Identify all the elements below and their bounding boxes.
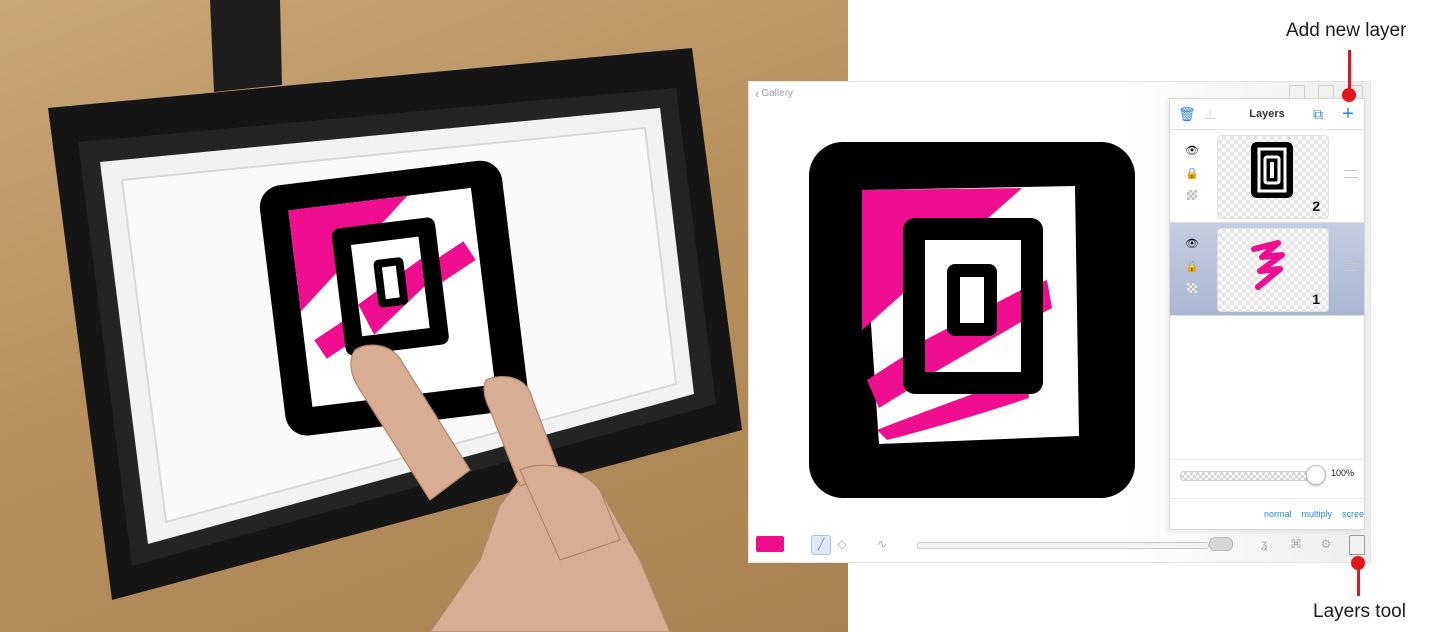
blend-mode-selector: normal multiply scree [1170,498,1364,529]
gesture-icon[interactable]: ʓ [1255,535,1273,553]
layers-panel: 🗑 ⊥ Layers ⧉ + 👁 🔒 2 👁 🔒 1 100% normal m… [1169,98,1365,530]
annotation-layers-tool: Layers tool [1313,601,1406,622]
layer-thumbnail[interactable]: 1 [1217,228,1329,312]
transparency-icon[interactable] [1187,283,1197,293]
settings-gear-icon[interactable]: ⚙ [1317,535,1335,553]
tablet-photo [0,0,848,632]
layer-opacity-area: 100% normal multiply scree [1170,459,1364,530]
tablet-photo-illustration [48,0,742,632]
eraser-tool-icon[interactable]: ◇ [833,535,851,553]
eye-icon[interactable]: 👁 [1185,144,1199,157]
add-layer-button[interactable]: + [1340,104,1356,124]
annotation-line-layers-tool [1357,566,1360,596]
transform-icon[interactable]: ⌘ [1287,535,1305,553]
layers-panel-header: 🗑 ⊥ Layers ⧉ + [1170,99,1364,130]
layer-row-1[interactable]: 👁 🔒 1 [1170,223,1364,316]
duplicate-layer-icon[interactable]: ⧉ [1310,106,1326,122]
color-swatch[interactable] [756,536,784,552]
lock-icon[interactable]: 🔒 [1185,167,1199,180]
lock-icon[interactable]: 🔒 [1185,260,1199,273]
gallery-back-link[interactable]: ‹ Gallery [755,85,794,101]
drawing-canvas[interactable] [807,140,1137,500]
blend-mode-screen[interactable]: scree [1342,509,1364,519]
layer-row-controls: 👁 🔒 [1184,237,1200,293]
drag-handle-icon[interactable] [1344,170,1358,178]
opacity-slider-knob[interactable] [1306,465,1326,485]
layer-number: 1 [1312,291,1320,307]
blend-mode-normal[interactable]: normal [1264,509,1292,519]
layers-tool-button[interactable] [1349,535,1365,555]
layers-panel-title: Layers [1249,108,1285,120]
opacity-value: 100% [1330,468,1354,478]
annotation-dot-add-layer [1342,88,1356,102]
opacity-slider[interactable] [1180,471,1314,481]
brush-size-slider[interactable] [917,542,1209,549]
case-strap [210,0,282,92]
smudge-tool-icon[interactable]: ∿ [873,535,891,553]
drawing-app-screen: ‹ Gallery 🗑 ⊥ Layers ⧉ + 👁 🔒 2 👁 🔒 1 100… [749,82,1370,562]
blend-mode-multiply[interactable]: multiply [1301,509,1332,519]
layer-row-controls: 👁 🔒 [1184,144,1200,200]
annotation-add-new-layer: Add new layer [1286,20,1407,41]
gallery-label: Gallery [761,88,794,99]
layer-thumbnail[interactable]: 2 [1217,135,1329,219]
brush-size-knob[interactable] [1209,537,1233,551]
brush-tool-icon[interactable]: ╱ [811,535,831,555]
drag-handle-icon[interactable] [1344,263,1358,271]
bottom-toolbar: ╱ ◇ ∿ ʓ ⌘ ⚙ [749,530,1370,562]
inner-white-area [960,277,984,323]
layer-row-2[interactable]: 👁 🔒 2 [1170,130,1364,223]
eye-icon[interactable]: 👁 [1185,237,1199,250]
transparency-icon[interactable] [1187,190,1197,200]
layer-number: 2 [1312,198,1320,214]
chevron-left-icon: ‹ [755,85,760,101]
